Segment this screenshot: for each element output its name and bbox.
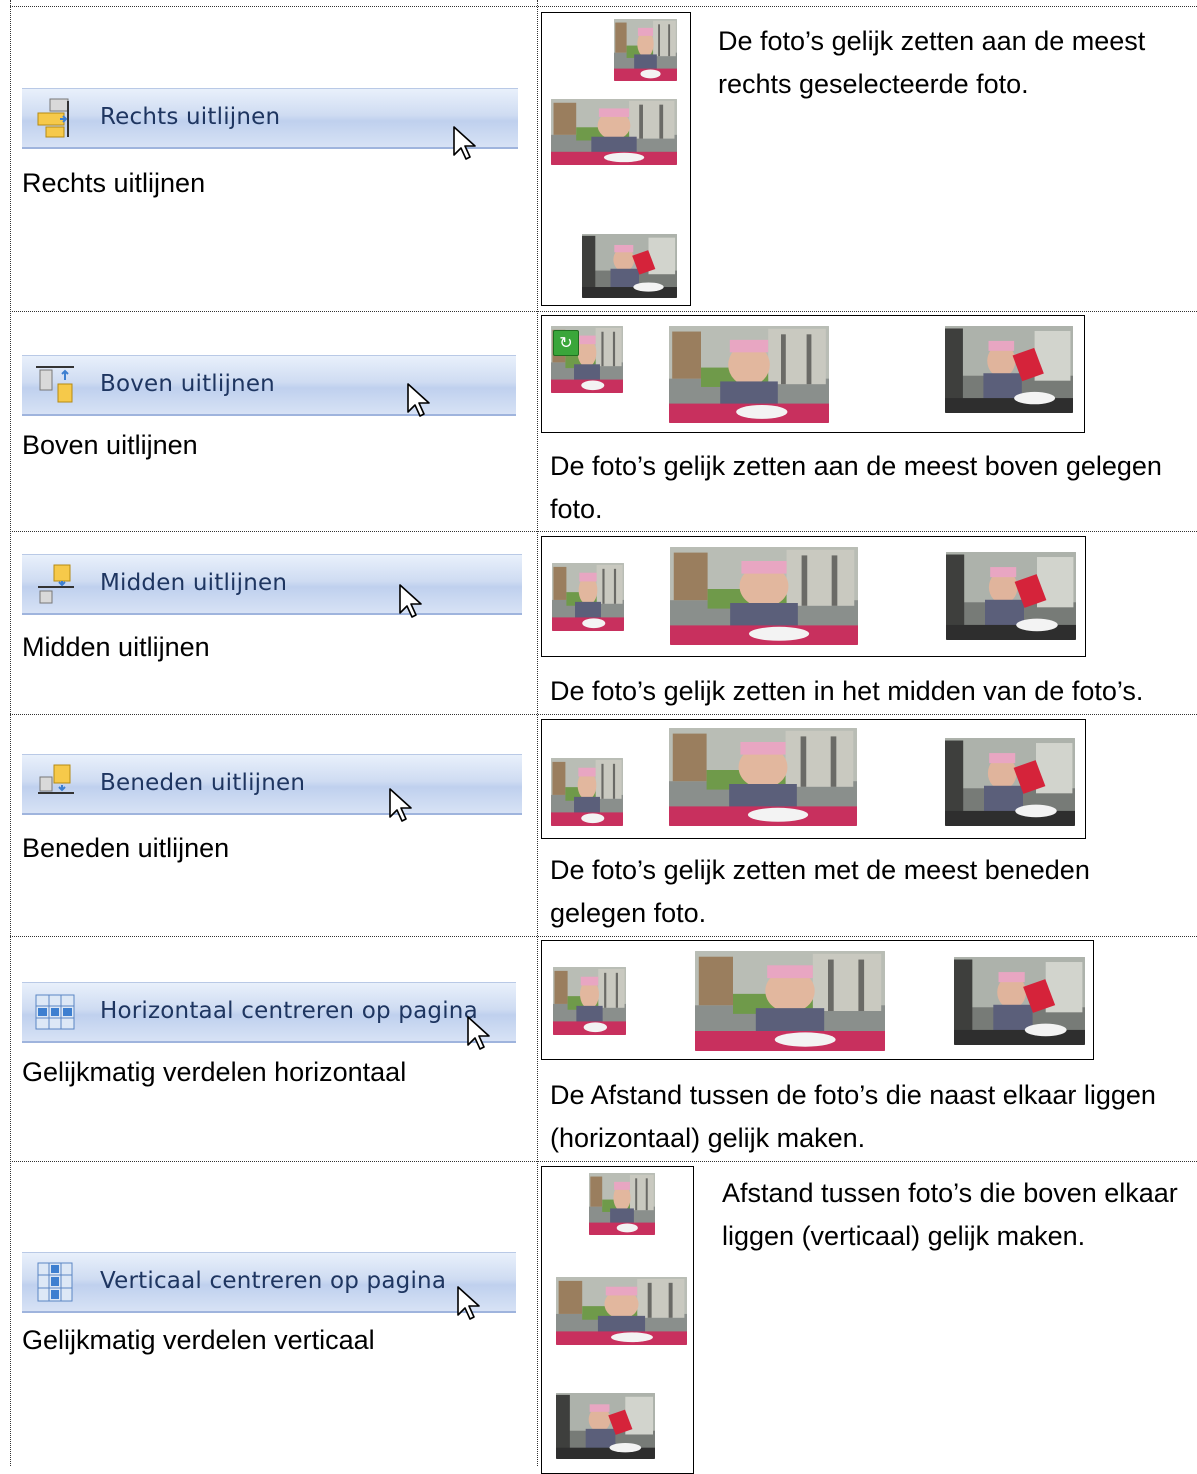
photo-thumbnail bbox=[556, 1393, 655, 1459]
align-right-icon bbox=[34, 97, 76, 139]
row-description: De foto’s gelijk zetten in het midden va… bbox=[550, 676, 1144, 706]
photo-thumbnail bbox=[552, 563, 624, 631]
row-label: Beneden uitlijnen bbox=[22, 833, 230, 863]
photo-thumbnail bbox=[954, 957, 1085, 1045]
photo-thumbnail bbox=[551, 99, 677, 165]
photo-thumbnail bbox=[946, 552, 1076, 640]
photo-thumbnail bbox=[589, 1173, 655, 1235]
example-frame bbox=[541, 536, 1086, 657]
row-description: De foto’s gelijk zetten met de meest ben… bbox=[550, 855, 1090, 928]
table-border-left bbox=[10, 0, 11, 1466]
photo-thumbnail bbox=[670, 547, 858, 645]
align-bottom-icon bbox=[34, 763, 76, 805]
row-description: Afstand tussen foto’s die boven elkaar l… bbox=[722, 1178, 1178, 1251]
example-frame bbox=[541, 1166, 694, 1474]
example-frame bbox=[541, 719, 1086, 839]
table-row-divider bbox=[10, 531, 1197, 532]
table-row-divider bbox=[10, 6, 1197, 7]
menu-item-distribute-horizontal[interactable]: Horizontaal centreren op pagina bbox=[22, 982, 516, 1043]
mouse-pointer-icon bbox=[466, 1015, 494, 1051]
row-description: De foto’s gelijk zetten aan de meest rec… bbox=[718, 26, 1146, 99]
row-label: Boven uitlijnen bbox=[22, 430, 198, 460]
example-frame bbox=[541, 12, 691, 306]
menu-item-align-middle[interactable]: Midden uitlijnen bbox=[22, 554, 522, 615]
photo-thumbnail bbox=[669, 728, 857, 826]
photo-thumbnail bbox=[945, 326, 1073, 413]
table-row-divider bbox=[10, 311, 1197, 312]
row-label: Gelijkmatig verdelen horizontaal bbox=[22, 1057, 407, 1087]
table-row-divider bbox=[10, 714, 1197, 715]
menu-item-align-bottom[interactable]: Beneden uitlijnen bbox=[22, 754, 522, 815]
row-label: Rechts uitlijnen bbox=[22, 168, 206, 198]
photo-thumbnail bbox=[614, 19, 677, 81]
table-row-divider bbox=[10, 936, 1197, 937]
row-description: De Afstand tussen de foto’s die naast el… bbox=[550, 1080, 1156, 1153]
menu-item-label: Verticaal centreren op pagina bbox=[100, 1268, 447, 1294]
mouse-pointer-icon bbox=[406, 382, 434, 418]
menu-item-label: Boven uitlijnen bbox=[100, 371, 275, 397]
menu-item-label: Beneden uitlijnen bbox=[100, 770, 306, 796]
mouse-pointer-icon bbox=[388, 787, 416, 823]
photo-thumbnail bbox=[551, 758, 623, 826]
menu-item-label: Midden uitlijnen bbox=[100, 570, 288, 596]
photo-thumbnail bbox=[695, 951, 885, 1051]
align-top-icon bbox=[34, 364, 76, 406]
example-frame: ↻ bbox=[541, 315, 1085, 433]
example-frame bbox=[541, 940, 1094, 1060]
distribute-vertical-icon bbox=[34, 1261, 76, 1303]
table-column-divider bbox=[537, 0, 538, 1466]
photo-thumbnail bbox=[553, 967, 626, 1035]
photo-thumbnail bbox=[556, 1277, 687, 1345]
mouse-pointer-icon bbox=[398, 583, 426, 619]
menu-item-label: Rechts uitlijnen bbox=[100, 104, 281, 130]
photo-thumbnail bbox=[945, 738, 1075, 826]
row-label: Midden uitlijnen bbox=[22, 632, 210, 662]
menu-item-distribute-vertical[interactable]: Verticaal centreren op pagina bbox=[22, 1252, 516, 1313]
distribute-horizontal-icon bbox=[34, 991, 76, 1033]
row-description: De foto’s gelijk zetten aan de meest bov… bbox=[550, 451, 1162, 524]
menu-item-label: Horizontaal centreren op pagina bbox=[100, 998, 478, 1024]
row-label: Gelijkmatig verdelen verticaal bbox=[22, 1325, 375, 1355]
mouse-pointer-icon bbox=[456, 1285, 484, 1321]
menu-item-align-top[interactable]: Boven uitlijnen bbox=[22, 355, 516, 416]
photo-thumbnail bbox=[669, 326, 829, 423]
align-middle-icon bbox=[34, 563, 76, 605]
refresh-badge-icon: ↻ bbox=[553, 330, 579, 356]
menu-item-align-right[interactable]: Rechts uitlijnen bbox=[22, 88, 518, 149]
photo-thumbnail bbox=[582, 234, 677, 298]
table-row-divider bbox=[10, 1161, 1197, 1162]
mouse-pointer-icon bbox=[452, 125, 480, 161]
